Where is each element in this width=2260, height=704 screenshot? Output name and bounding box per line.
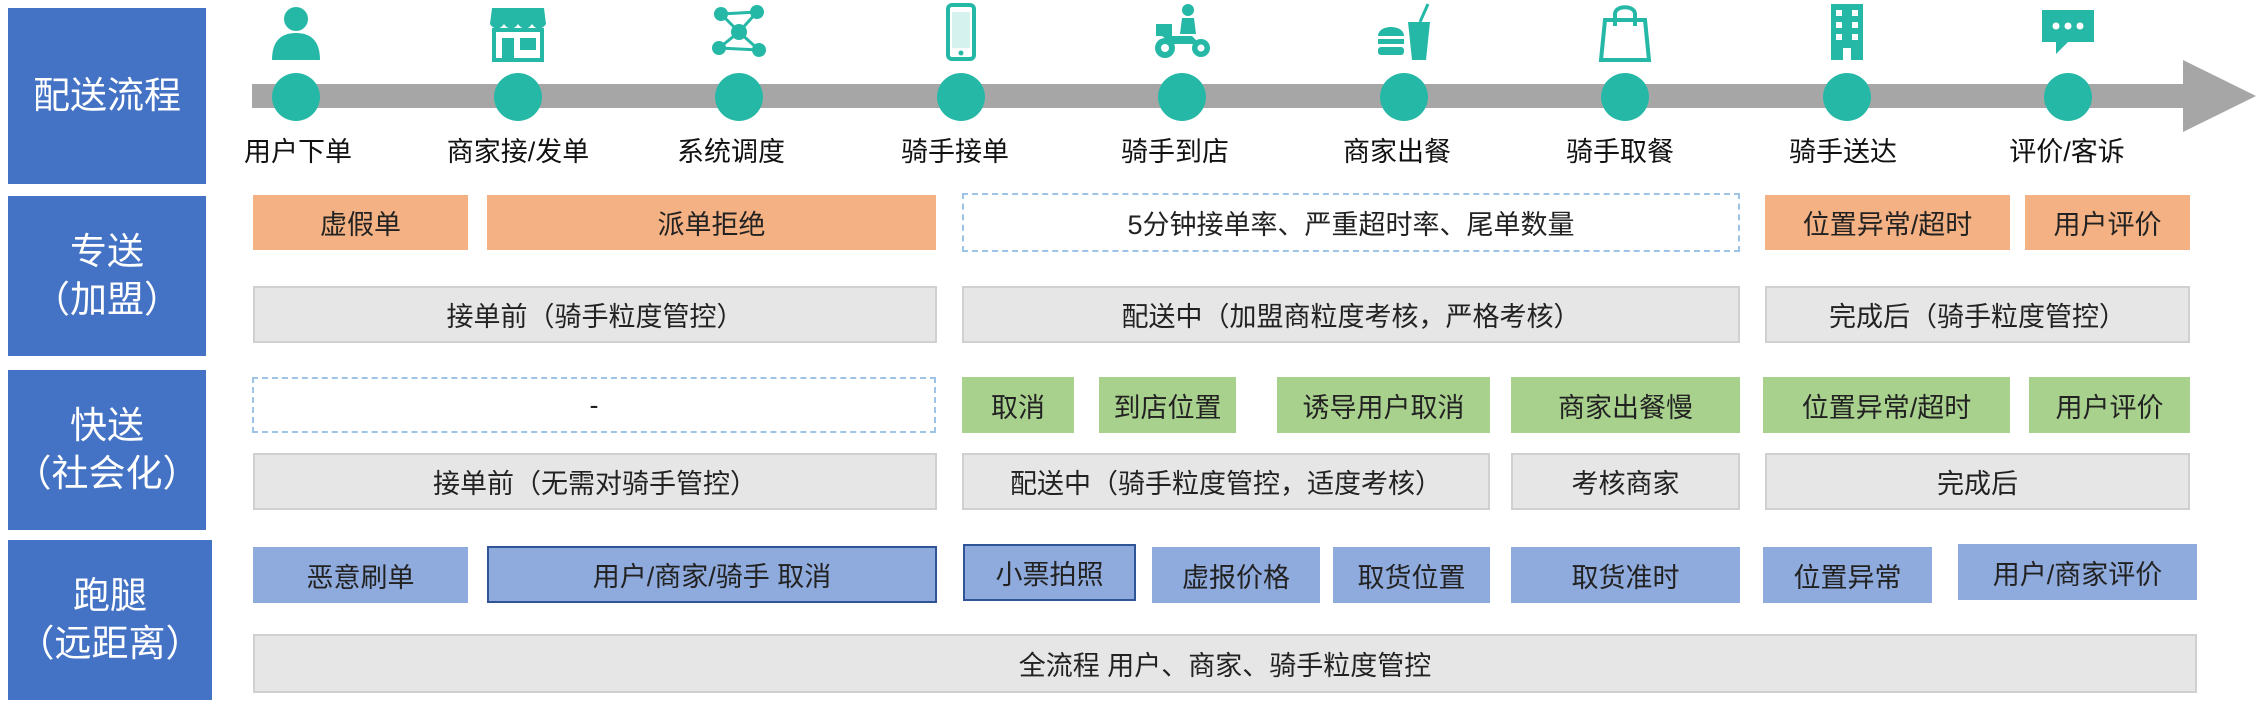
kuaisong-before-accept: 接单前（无需对骑手管控）	[253, 453, 937, 510]
paotui-location-abnormal: 位置异常	[1763, 547, 1932, 603]
row-label-paotui: 跑腿 （远距离）	[8, 540, 212, 700]
stage-dot	[272, 73, 320, 121]
paotui-false-price: 虚报价格	[1152, 547, 1320, 603]
stage-dot	[937, 73, 985, 121]
stage-label-delivered: 骑手送达	[1789, 137, 1897, 167]
stage-dot	[2044, 73, 2092, 121]
row-label-kuaisong: 快送 （社会化）	[8, 370, 206, 530]
stage-dot	[1823, 73, 1871, 121]
stage-dot	[1158, 73, 1206, 121]
kuaisong-user-review: 用户评价	[2029, 377, 2190, 433]
paotui-pickup-ontime: 取货准时	[1511, 547, 1740, 603]
kuaisong-location-timeout: 位置异常/超时	[1763, 377, 2010, 433]
kuaisong-assess-merchant: 考核商家	[1511, 453, 1740, 510]
stage-label-merchant-accept: 商家接/发单	[446, 137, 590, 167]
zhuansong-dispatch-reject: 派单拒绝	[487, 195, 936, 250]
phone-icon	[946, 3, 976, 61]
row-label-zhuansong: 专送 （加盟）	[8, 196, 206, 356]
timeline-arrow	[252, 60, 2256, 132]
paotui-pickup-location: 取货位置	[1333, 547, 1490, 603]
store-icon	[490, 8, 546, 62]
zhuansong-in-delivery: 配送中（加盟商粒度考核，严格考核）	[962, 286, 1740, 343]
kuaisong-after-complete: 完成后	[1765, 453, 2190, 510]
stage-label-user-order: 用户下单	[244, 137, 352, 167]
zhuansong-fake-order: 虚假单	[253, 195, 468, 250]
kuaisong-cancel: 取消	[962, 377, 1074, 433]
zhuansong-before-accept: 接单前（骑手粒度管控）	[253, 286, 937, 343]
stage-dot	[1601, 73, 1649, 121]
paotui-malicious-orders: 恶意刷单	[253, 547, 468, 603]
zhuansong-user-review: 用户评价	[2025, 195, 2190, 250]
network-icon	[712, 5, 766, 57]
stage-dot	[494, 73, 542, 121]
stage-label-rider-arrive: 骑手到店	[1121, 137, 1229, 167]
paotui-full-process: 全流程 用户、商家、骑手粒度管控	[253, 634, 2197, 693]
kuaisong-induce-cancel: 诱导用户取消	[1277, 377, 1490, 433]
stage-dot	[1380, 73, 1428, 121]
shopping-bag-icon	[1598, 5, 1652, 62]
motorbike-icon	[1155, 4, 1210, 58]
kuaisong-in-delivery: 配送中（骑手粒度管控，适度考核）	[962, 453, 1490, 510]
zhuansong-location-timeout: 位置异常/超时	[1765, 195, 2010, 250]
paotui-review: 用户/商家评价	[1958, 544, 2197, 600]
kuaisong-slow-meal: 商家出餐慢	[1511, 377, 1740, 433]
stage-dot	[715, 73, 763, 121]
chat-icon	[2042, 10, 2094, 54]
burger-drink-icon	[1378, 3, 1430, 60]
kuaisong-empty: -	[252, 377, 936, 433]
paotui-cancel: 用户/商家/骑手 取消	[487, 546, 937, 603]
paotui-receipt-photo: 小票拍照	[963, 544, 1136, 601]
kuaisong-store-location: 到店位置	[1099, 377, 1236, 433]
stage-label-rider-accept: 骑手接单	[901, 137, 1009, 167]
stage-label-rider-pickup: 骑手取餐	[1566, 137, 1674, 167]
user-icon	[272, 7, 320, 60]
building-icon	[1831, 4, 1863, 60]
stage-label-review: 评价/客诉	[2009, 137, 2125, 167]
zhuansong-metrics: 5分钟接单率、严重超时率、尾单数量	[962, 193, 1740, 252]
zhuansong-after-complete: 完成后（骑手粒度管控）	[1765, 286, 2190, 343]
stage-label-meal-ready: 商家出餐	[1343, 137, 1451, 167]
stage-label-dispatch: 系统调度	[677, 137, 785, 167]
